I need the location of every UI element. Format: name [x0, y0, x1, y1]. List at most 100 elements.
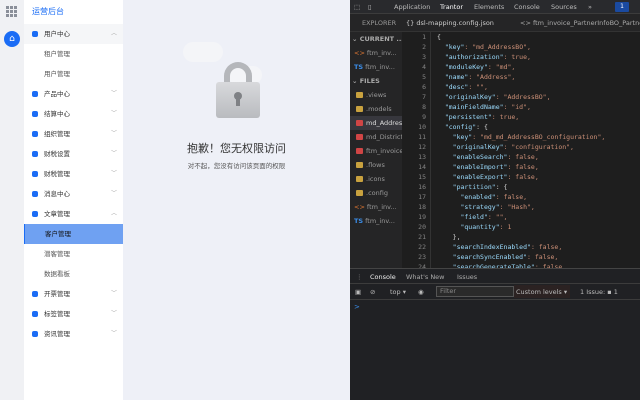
explorer-item-label: .config [366, 189, 388, 197]
sidebar-item[interactable]: 组织管理 ﹀ [24, 124, 123, 144]
tab-application[interactable]: Application [394, 3, 430, 11]
sidebar-item[interactable]: 资讯管理 ﹀ [24, 324, 123, 344]
menu-icon [32, 171, 38, 177]
sidebar-item[interactable]: 产品中心 ﹀ [24, 84, 123, 104]
explorer-item[interactable]: md_District [350, 130, 402, 144]
line-number: 18 [418, 203, 426, 211]
file-tab-ftm-invoice[interactable]: <> ftm_invoice_PartnerInfoBO_Partne [520, 19, 640, 27]
device-toggle-icon[interactable]: ▯ [368, 3, 372, 11]
filter-input[interactable]: Filter [436, 286, 514, 297]
folder-icon [356, 106, 363, 112]
sidebar-item-label: 文章管理 [44, 210, 70, 218]
chevron-down-icon: ﹀ [110, 330, 117, 337]
menu-icon [32, 191, 38, 197]
line-number: 14 [418, 163, 426, 171]
log-levels-select[interactable]: Custom levels ▾ [514, 285, 570, 298]
chevron-down-icon: ﹀ [110, 170, 117, 177]
context-select[interactable]: top ▾ [390, 288, 406, 296]
explorer-item[interactable]: .icons [350, 172, 402, 186]
drawer-tab-issues[interactable]: Issues [457, 273, 477, 281]
tab-sources[interactable]: Sources [551, 3, 577, 11]
apps-grid-icon[interactable] [6, 6, 17, 17]
line-number: 20 [418, 223, 426, 231]
chevron-down-icon: ﹀ [110, 190, 117, 197]
console-prompt[interactable]: > [354, 303, 360, 311]
code-line: "quantity": 1 [460, 223, 512, 231]
sidebar-item-label: 资讯管理 [44, 330, 70, 338]
devtools-tabbar: ⬚ ▯ Application Trantor Elements Console… [350, 0, 640, 14]
line-number: 16 [418, 183, 426, 191]
file-tab-dsl-mapping[interactable]: {} dsl-mapping.config.json [406, 19, 494, 27]
explorer-item[interactable]: ftm_invoice [350, 144, 402, 158]
issues-badge[interactable]: 1 [615, 2, 629, 12]
sidebar-item[interactable]: 结算中心 ﹀ [24, 104, 123, 124]
sidebar-item-label: 开票管理 [44, 290, 70, 298]
sidebar-item[interactable]: 消息中心 ﹀ [24, 184, 123, 204]
explorer-item[interactable]: .config [350, 186, 402, 200]
sidebar-item-label: 用户中心 [44, 30, 70, 38]
code-line: "partition": { [452, 183, 508, 191]
sidebar-item-label: 客户管理 [45, 230, 71, 238]
line-number: 17 [418, 193, 426, 201]
explorer-item[interactable]: ⌄ FILES [352, 74, 402, 88]
sidebar-item[interactable]: 租户管理 [24, 44, 123, 64]
sidebar-item[interactable]: 潜客管理 [24, 244, 123, 264]
code-line: { [437, 33, 441, 41]
issues-counter[interactable]: 1 Issue: ▪ 1 [580, 288, 618, 296]
drawer-menu-icon[interactable]: ⋮ [356, 273, 363, 281]
explorer-item[interactable]: <> ftm_inv... [350, 46, 402, 60]
explorer-item-label: md_District [366, 133, 402, 141]
model-icon [356, 134, 363, 140]
sidebar-item[interactable]: 开票管理 ﹀ [24, 284, 123, 304]
sidebar-item[interactable]: 财税设置 ﹀ [24, 144, 123, 164]
sidebar-item[interactable]: 客户管理 [24, 224, 123, 244]
more-tabs-button[interactable]: » [588, 3, 592, 11]
drawer-tab-console[interactable]: Console [370, 273, 396, 281]
sidebar-toggle-icon[interactable]: ▣ [355, 288, 361, 296]
menu-icon [32, 151, 38, 157]
clear-console-icon[interactable]: ⊘ [370, 288, 375, 296]
sidebar-item-label: 潜客管理 [44, 250, 70, 258]
live-expression-eye-icon[interactable]: ◉ [418, 288, 424, 296]
tab-console[interactable]: Console [514, 3, 540, 11]
code-editor[interactable]: { "key": "md_AddressBO", "authorization"… [430, 32, 640, 268]
home-icon[interactable]: ⌂ [4, 31, 20, 47]
code-line: "searchSyncEnabled": false, [452, 253, 559, 261]
line-numbers: 1 2 3 4 5 6 7 8 9 10 11 12 13 14 15 16 17 18 19 20 21 22 23 24 [402, 32, 430, 271]
inspect-icon[interactable]: ⬚ [354, 3, 360, 11]
explorer-item[interactable]: .flows [350, 158, 402, 172]
sidebar-item[interactable]: 用户中心 ︿ [24, 24, 123, 44]
code-line: "enabled": false, [460, 193, 528, 201]
tab-elements[interactable]: Elements [474, 3, 504, 11]
explorer-item[interactable]: .views [350, 88, 402, 102]
html-file-icon: <> [354, 49, 365, 57]
sidebar-item-label: 标签管理 [44, 310, 70, 318]
menu-icon [32, 211, 38, 217]
explorer-item[interactable]: md_AddressBO [350, 116, 402, 130]
code-line: "persistent": true, [444, 113, 520, 121]
sidebar-item[interactable]: 用户管理 [24, 64, 123, 84]
line-number: 10 [418, 123, 426, 131]
code-line: "strategy": "Hash", [460, 203, 535, 211]
code-line: "field": "", [460, 213, 508, 221]
sidebar-item[interactable]: 文章管理 ︿ [24, 204, 123, 224]
drawer-tab-whats-new[interactable]: What's New [406, 273, 445, 281]
explorer-item-label: FILES [359, 77, 380, 85]
sidebar-item[interactable]: 财税管理 ﹀ [24, 164, 123, 184]
sidebar-item[interactable]: 标签管理 ﹀ [24, 304, 123, 324]
chevron-down-icon: ⌄ [352, 77, 360, 85]
chevron-up-icon: ︿ [110, 30, 117, 37]
tab-trantor[interactable]: Trantor [440, 3, 463, 11]
explorer-item-label: ftm_inv... [366, 49, 397, 57]
explorer-item[interactable]: ⌄ CURRENT ... [352, 32, 402, 46]
sidebar-item[interactable]: 数据看板 [24, 264, 123, 284]
explorer-item[interactable]: TS ftm_inv... [350, 214, 402, 228]
console-drawer: ⋮ Console What's New Issues ▣ ⊘ top ▾ ◉ … [350, 268, 640, 400]
explorer-item[interactable]: TS ftm_inv... [350, 60, 402, 74]
explorer-item[interactable]: <> ftm_inv... [350, 200, 402, 214]
line-number: 8 [422, 103, 426, 111]
line-number: 19 [418, 213, 426, 221]
explorer-item[interactable]: .models [350, 102, 402, 116]
sidebar-item-label: 消息中心 [44, 190, 70, 198]
line-number: 7 [422, 93, 426, 101]
